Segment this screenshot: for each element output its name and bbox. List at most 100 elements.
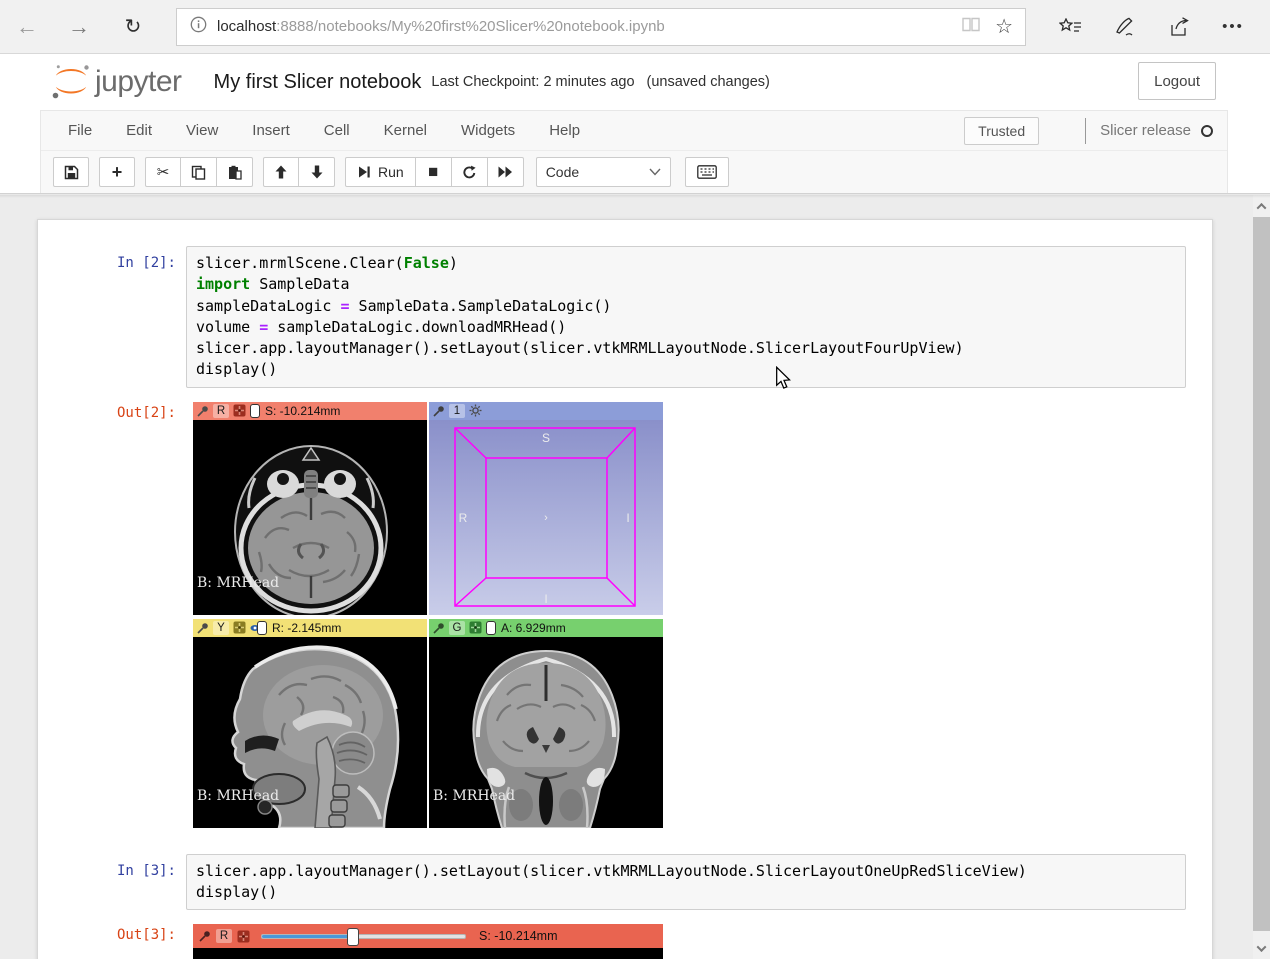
kernel-name: Slicer release <box>1100 122 1191 139</box>
output-cell-2: Out[2]: R S: -10.214mm <box>38 402 1212 832</box>
crosshair-icon <box>233 621 246 634</box>
slicer-fourup-view: R S: -10.214mm <box>193 402 663 828</box>
restart-kernel-button[interactable] <box>452 157 488 187</box>
red-slice-controller-bar: R S: -10.214mm <box>193 924 663 948</box>
yellow-slice-view: Y R: -2.145mm <box>193 619 427 828</box>
notebook-title[interactable]: My first Slicer notebook <box>214 71 422 94</box>
volume-name-overlay: B: MRHead <box>433 788 515 804</box>
address-bar[interactable]: localhost:8888/notebooks/My%20first%20Sl… <box>176 8 1026 46</box>
input-prompt: In [2]: <box>38 246 186 388</box>
code-editor[interactable]: slicer.mrmlScene.Clear(False)import Samp… <box>186 246 1186 388</box>
axis-label-superior: S <box>542 431 550 445</box>
slice-slider-handle <box>250 404 260 418</box>
scroll-down-arrow[interactable] <box>1253 939 1270 957</box>
site-info-icon[interactable] <box>190 16 207 38</box>
crosshair-icon <box>233 404 246 417</box>
slider-fill <box>262 935 353 938</box>
browser-forward-icon[interactable]: → <box>64 14 94 40</box>
menu-cell[interactable]: Cell <box>307 122 367 139</box>
slice-offset-readout: A: 6.929mm <box>501 621 566 635</box>
share-icon[interactable] <box>1152 10 1206 44</box>
cell-type-select[interactable]: Code <box>536 157 671 187</box>
vertical-scrollbar[interactable] <box>1253 195 1270 959</box>
save-button[interactable] <box>53 157 89 187</box>
volume-name-overlay: B: MRHead <box>197 575 279 591</box>
sagittal-mri-image: B: MRHead <box>193 637 427 828</box>
pin-icon <box>433 405 445 417</box>
paste-cell-button[interactable] <box>217 157 253 187</box>
browser-actions: ••• <box>1044 10 1260 44</box>
more-actions-icon[interactable]: ••• <box>1206 10 1260 44</box>
slice-slider-handle <box>257 621 267 635</box>
menu-widgets[interactable]: Widgets <box>444 122 532 139</box>
slice-offset-readout: S: -10.214mm <box>479 929 558 943</box>
notebook-document: In [2]: slicer.mrmlScene.Clear(False)imp… <box>37 219 1213 959</box>
output-content: R S: -10.214mm <box>186 402 663 832</box>
red-slice-image-clipped <box>193 948 663 959</box>
cell-type-value: Code <box>546 164 579 180</box>
notebook-scroll-area[interactable]: In [2]: slicer.mrmlScene.Clear(False)imp… <box>0 195 1253 959</box>
code-cell-2[interactable]: In [2]: slicer.mrmlScene.Clear(False)imp… <box>38 240 1212 394</box>
code-editor[interactable]: slicer.app.layoutManager().setLayout(sli… <box>186 854 1186 911</box>
output-prompt: Out[3]: <box>38 924 186 959</box>
interrupt-kernel-button[interactable]: ■ <box>416 157 452 187</box>
move-cell-up-button[interactable] <box>263 157 299 187</box>
pin-icon <box>197 405 209 417</box>
crosshair-icon <box>237 930 250 943</box>
web-note-pen-icon[interactable] <box>1098 10 1152 44</box>
menu-help[interactable]: Help <box>532 122 597 139</box>
chevron-down-icon <box>649 168 661 176</box>
menu-view[interactable]: View <box>169 122 235 139</box>
unsaved-changes-status: (unsaved changes) <box>647 74 770 90</box>
jupyter-logo[interactable]: jupyter <box>50 62 182 102</box>
green-slice-header: G A: 6.929mm <box>429 619 663 637</box>
menu-file[interactable]: File <box>51 122 109 139</box>
scroll-up-arrow[interactable] <box>1253 197 1270 215</box>
red-slice-view: R S: -10.214mm <box>193 402 427 615</box>
copy-cell-button[interactable] <box>181 157 217 187</box>
view-label-badge: 1 <box>449 404 465 418</box>
volume-name-overlay: B: MRHead <box>197 788 279 804</box>
code-text: slicer.mrmlScene.Clear(False)import Samp… <box>196 253 1176 381</box>
pin-icon <box>197 622 209 634</box>
add-cell-button[interactable]: + <box>99 157 135 187</box>
restart-run-all-button[interactable] <box>488 157 524 187</box>
menu-insert[interactable]: Insert <box>235 122 307 139</box>
slice-offset-readout: R: -2.145mm <box>272 621 341 635</box>
green-slice-view: G A: 6.929mm <box>429 619 663 828</box>
view-label-badge: Y <box>213 621 229 635</box>
logout-button[interactable]: Logout <box>1138 62 1216 100</box>
trusted-badge[interactable]: Trusted <box>964 117 1039 145</box>
browser-refresh-icon[interactable]: ↻ <box>118 14 148 39</box>
browser-back-icon[interactable]: ← <box>12 14 42 40</box>
kernel-status-icon <box>1201 125 1213 137</box>
run-button[interactable]: Run <box>345 157 416 187</box>
coronal-mri-image: B: MRHead <box>429 637 663 828</box>
axis-label-inferior-r: I <box>626 511 629 525</box>
reading-view-icon[interactable] <box>961 16 981 38</box>
menu-edit[interactable]: Edit <box>109 122 169 139</box>
run-button-label: Run <box>378 164 404 180</box>
crosshair-icon <box>469 621 482 634</box>
favorites-hub-icon[interactable] <box>1044 10 1098 44</box>
threed-render-area: S R I I › <box>429 420 663 615</box>
favorite-star-icon[interactable]: ☆ <box>995 14 1013 39</box>
move-cell-down-button[interactable] <box>299 157 335 187</box>
menu-kernel[interactable]: Kernel <box>367 122 444 139</box>
scrollbar-thumb[interactable] <box>1253 217 1270 931</box>
pin-icon <box>433 622 445 634</box>
red-slice-header: R S: -10.214mm <box>193 402 427 420</box>
view-label-badge: R <box>213 404 229 418</box>
view-options-sun-icon <box>469 404 482 417</box>
command-palette-button[interactable] <box>685 157 729 187</box>
browser-toolbar: ← → ↻ localhost:8888/notebooks/My%20firs… <box>0 0 1270 54</box>
cut-cell-button[interactable]: ✂ <box>145 157 181 187</box>
header-divider <box>0 193 1270 198</box>
slider-handle <box>347 928 359 946</box>
yellow-slice-header: Y R: -2.145mm <box>193 619 427 637</box>
slice-offset-slider <box>261 934 466 939</box>
url-text[interactable]: localhost:8888/notebooks/My%20first%20Sl… <box>217 18 961 35</box>
output-prompt: Out[2]: <box>38 402 186 832</box>
code-cell-3[interactable]: In [3]: slicer.app.layoutManager().setLa… <box>38 848 1212 917</box>
output-cell-3: Out[3]: R S: -10.214mm <box>38 924 1212 959</box>
